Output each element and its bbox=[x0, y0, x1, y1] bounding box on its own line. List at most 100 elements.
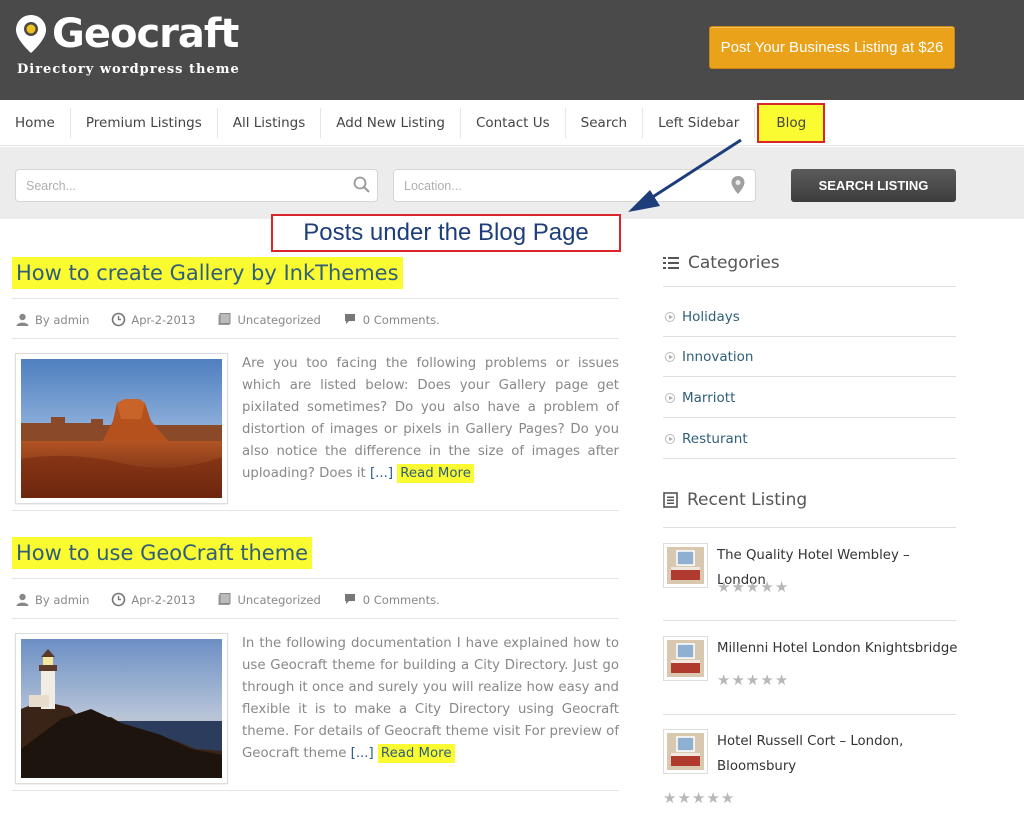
main-nav: Home Premium Listings All Listings Add N… bbox=[0, 100, 1024, 146]
user-icon bbox=[16, 593, 29, 606]
post-divider bbox=[12, 510, 619, 511]
category-label[interactable]: Marriott bbox=[682, 390, 735, 406]
nav-item-blog[interactable]: Blog bbox=[757, 102, 826, 143]
nav-item-left-sidebar[interactable]: Left Sidebar bbox=[643, 107, 756, 138]
read-more-link[interactable]: Read More bbox=[377, 744, 455, 763]
post-divider bbox=[12, 338, 619, 339]
post-divider bbox=[12, 578, 619, 579]
listing-title[interactable]: Hotel Russell Cort – London, Bloomsbury bbox=[717, 729, 917, 779]
post-author[interactable]: By admin bbox=[35, 593, 89, 607]
post-category[interactable]: Uncategorized bbox=[237, 313, 320, 327]
site-tagline: Directory wordpress theme bbox=[17, 62, 240, 77]
star-icon: ★ bbox=[731, 578, 745, 596]
sidebar-divider bbox=[663, 714, 956, 715]
post-date: Apr-2-2013 bbox=[131, 592, 196, 607]
post-divider bbox=[12, 618, 619, 619]
post-title[interactable]: How to use GeoCraft theme bbox=[12, 537, 313, 569]
listing-thumbnail[interactable] bbox=[663, 636, 708, 681]
post-author[interactable]: By admin bbox=[35, 313, 89, 327]
nav-item-search[interactable]: Search bbox=[566, 107, 644, 138]
star-icon: ★ bbox=[760, 671, 774, 689]
list-icon bbox=[663, 257, 679, 269]
excerpt-more-link[interactable]: [...] bbox=[351, 746, 374, 761]
post-divider bbox=[12, 298, 619, 299]
location-input[interactable]: Location... bbox=[393, 169, 756, 202]
category-label[interactable]: Innovation bbox=[682, 349, 753, 365]
meta-date: Apr-2-2013 bbox=[111, 592, 195, 607]
category-item[interactable]: Marriott bbox=[665, 390, 735, 406]
category-item[interactable]: Resturant bbox=[665, 431, 748, 447]
category-label[interactable]: Holidays bbox=[682, 309, 740, 325]
user-icon bbox=[16, 313, 29, 326]
meta-category: Uncategorized bbox=[217, 312, 321, 327]
desert-butte-image bbox=[21, 359, 222, 498]
hotel-room-image bbox=[667, 547, 704, 584]
excerpt-more-link[interactable]: [...] bbox=[370, 466, 393, 481]
category-item[interactable]: Holidays bbox=[665, 309, 740, 325]
read-more-link[interactable]: Read More bbox=[397, 464, 474, 483]
bullet-icon bbox=[665, 393, 675, 403]
map-pin-icon bbox=[16, 15, 46, 53]
star-icon: ★ bbox=[774, 671, 789, 689]
sidebar-divider bbox=[663, 417, 956, 418]
post-comments[interactable]: 0 Comments. bbox=[363, 313, 440, 327]
listing-thumbnail[interactable] bbox=[663, 543, 708, 588]
meta-author: By admin bbox=[15, 592, 89, 607]
listing-rating: ★ ★ ★ ★ ★ bbox=[663, 789, 735, 807]
star-icon: ★ bbox=[717, 671, 731, 689]
site-logo[interactable]: Geocraft Directory wordpress theme bbox=[14, 12, 240, 77]
nav-item-contact-us[interactable]: Contact Us bbox=[461, 107, 566, 138]
meta-date: Apr-2-2013 bbox=[111, 312, 195, 327]
nav-item-all-listings[interactable]: All Listings bbox=[218, 107, 322, 138]
recent-listing-title: Recent Listing bbox=[687, 490, 808, 510]
post-category[interactable]: Uncategorized bbox=[237, 593, 320, 607]
recent-listing-heading: Recent Listing bbox=[663, 490, 807, 510]
post-title[interactable]: How to create Gallery by InkThemes bbox=[12, 257, 403, 289]
search-bar: Search... Location... SEARCH LISTING bbox=[0, 147, 1024, 219]
listing-thumbnail[interactable] bbox=[663, 729, 708, 774]
search-input[interactable]: Search... bbox=[15, 169, 378, 202]
sidebar-divider bbox=[663, 527, 956, 528]
search-icon[interactable] bbox=[353, 176, 371, 194]
document-icon bbox=[663, 492, 678, 508]
bullet-icon bbox=[665, 312, 675, 322]
star-icon: ★ bbox=[663, 789, 677, 807]
post-comments[interactable]: 0 Comments. bbox=[363, 593, 440, 607]
star-icon: ★ bbox=[677, 789, 691, 807]
post-thumbnail-desert[interactable] bbox=[15, 353, 228, 504]
lighthouse-image bbox=[21, 639, 222, 778]
star-icon: ★ bbox=[731, 671, 745, 689]
location-pin-icon bbox=[731, 176, 745, 194]
nav-item-home[interactable]: Home bbox=[0, 107, 71, 138]
sidebar-divider bbox=[663, 376, 956, 377]
categories-heading: Categories bbox=[663, 253, 780, 273]
folder-icon bbox=[218, 593, 231, 605]
star-icon: ★ bbox=[745, 578, 760, 596]
sidebar-divider bbox=[663, 336, 956, 337]
meta-category: Uncategorized bbox=[217, 592, 321, 607]
star-icon: ★ bbox=[706, 789, 720, 807]
folder-icon bbox=[218, 313, 231, 325]
clock-icon bbox=[112, 592, 126, 607]
sidebar-divider bbox=[663, 620, 956, 621]
nav-item-add-new-listing[interactable]: Add New Listing bbox=[321, 107, 461, 138]
nav-item-premium-listings[interactable]: Premium Listings bbox=[71, 107, 218, 138]
sidebar-divider bbox=[663, 458, 956, 459]
category-item[interactable]: Innovation bbox=[665, 349, 753, 365]
post-thumbnail-lighthouse[interactable] bbox=[15, 633, 228, 784]
listing-title[interactable]: Millenni Hotel London Knightsbridge bbox=[717, 636, 962, 661]
post-listing-button[interactable]: Post Your Business Listing at $26 bbox=[709, 26, 955, 69]
search-listing-button[interactable]: SEARCH LISTING bbox=[791, 169, 956, 202]
post-excerpt: In the following documentation I have ex… bbox=[242, 633, 619, 765]
listing-rating: ★ ★ ★ ★ ★ bbox=[717, 671, 789, 689]
category-label[interactable]: Resturant bbox=[682, 431, 748, 447]
bullet-icon bbox=[665, 352, 675, 362]
star-icon: ★ bbox=[760, 578, 774, 596]
post-excerpt-text: Are you too facing the following problem… bbox=[242, 356, 619, 481]
listing-rating: ★ ★ ★ ★ ★ bbox=[717, 578, 789, 596]
star-icon: ★ bbox=[720, 789, 735, 807]
post-excerpt: Are you too facing the following problem… bbox=[242, 353, 619, 485]
annotation-label: Posts under the Blog Page bbox=[271, 214, 621, 252]
comments-icon bbox=[344, 314, 355, 324]
post-divider bbox=[12, 790, 619, 791]
